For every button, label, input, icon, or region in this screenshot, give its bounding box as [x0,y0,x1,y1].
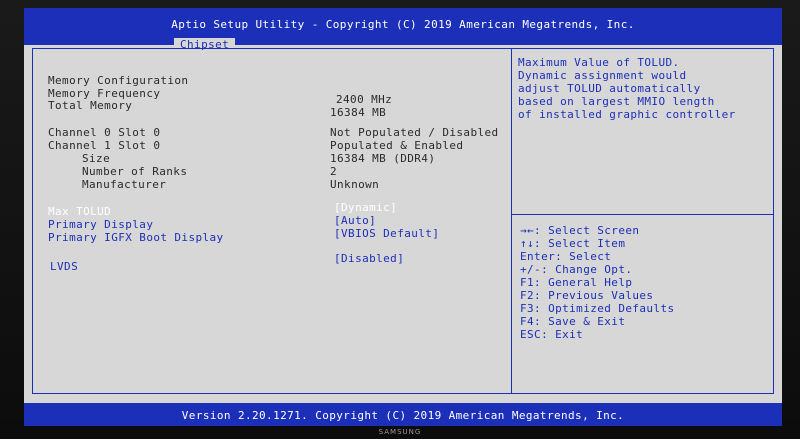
help-line: Dynamic assignment would [518,69,687,82]
bios-screen: Aptio Setup Utility - Copyright (C) 2019… [24,8,782,426]
help-divider [512,214,774,215]
help-text: Maximum Value of TOLUD. Dynamic assignme… [518,56,768,121]
key-general-help: F1: General Help [520,276,633,289]
footer-bar: Version 2.20.1271. Copyright (C) 2019 Am… [24,403,782,426]
key-change-opt: +/-: Change Opt. [520,263,633,276]
max-tolud-value[interactable]: [Dynamic] [334,201,397,214]
total-memory-value: 16384 MB [330,106,387,119]
manufacturer-value: Unknown [330,178,380,191]
key-optimized-defaults: F3: Optimized Defaults [520,302,675,315]
size-value: 16384 MB (DDR4) [330,152,436,165]
key-legend: →←: Select Screen ↑↓: Select Item Enter:… [520,224,675,341]
key-exit: ESC: Exit [520,328,584,341]
primary-display-label[interactable]: Primary Display [48,218,153,231]
header-bar: Aptio Setup Utility - Copyright (C) 2019… [24,8,782,45]
primary-igfx-value[interactable]: [VBIOS Default] [334,227,439,240]
lvds-value[interactable]: [Disabled] [334,252,404,265]
help-line: adjust TOLUD automatically [518,82,701,95]
channel1-slot0-label: Channel 1 Slot 0 [48,139,161,152]
max-tolud-label[interactable]: Max TOLUD [48,205,111,218]
total-memory-label: Total Memory [48,99,133,112]
panel-divider [511,48,512,394]
help-line: of installed graphic controller [518,108,736,121]
number-of-ranks-value: 2 [330,165,338,178]
key-previous-values: F2: Previous Values [520,289,654,302]
primary-display-value[interactable]: [Auto] [334,214,376,227]
key-select-item: ↑↓: Select Item [520,237,626,250]
monitor-brand-logo: SAMSUNG [378,428,422,436]
number-of-ranks-label: Number of Ranks [82,165,188,178]
manufacturer-label: Manufacturer [82,178,167,191]
key-select-screen: →←: Select Screen [520,224,640,237]
memory-frequency-value: 2400 MHz [336,93,393,106]
size-label: Size [82,152,111,165]
key-enter-select: Enter: Select [520,250,612,263]
channel1-slot0-value: Populated & Enabled [330,139,464,152]
header-title: Aptio Setup Utility - Copyright (C) 2019… [171,18,635,31]
channel0-slot0-label: Channel 0 Slot 0 [48,126,161,139]
memory-configuration-heading: Memory Configuration [48,74,189,87]
footer-text: Version 2.20.1271. Copyright (C) 2019 Am… [181,409,625,422]
primary-igfx-label[interactable]: Primary IGFX Boot Display [48,231,224,244]
lvds-label[interactable]: LVDS [50,260,78,273]
channel0-slot0-value: Not Populated / Disabled [330,126,499,139]
key-save-exit: F4: Save & Exit [520,315,626,328]
help-line: Maximum Value of TOLUD. [518,56,680,69]
help-line: based on largest MMIO length [518,95,715,108]
